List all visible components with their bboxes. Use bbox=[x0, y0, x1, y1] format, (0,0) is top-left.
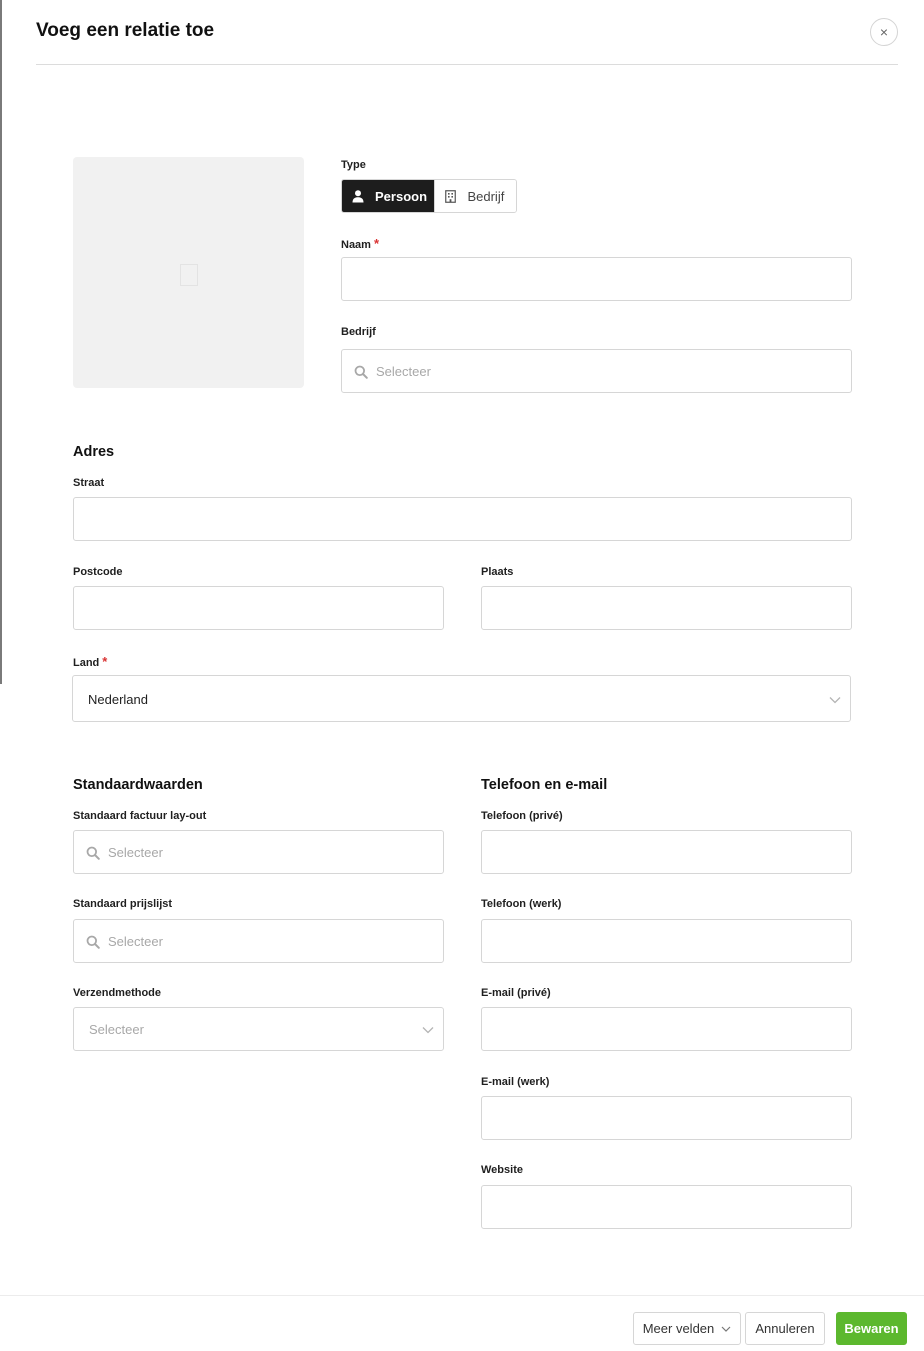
land-select[interactable]: Nederland bbox=[72, 675, 851, 722]
telefoon-werk-field[interactable] bbox=[481, 919, 852, 963]
close-icon: × bbox=[879, 24, 889, 40]
factuur-layout-search-input[interactable] bbox=[74, 831, 443, 873]
more-fields-label: Meer velden bbox=[642, 1321, 715, 1336]
plaats-input[interactable] bbox=[482, 587, 851, 629]
land-selected-value: Nederland bbox=[88, 692, 148, 707]
cancel-label: Annuleren bbox=[755, 1321, 815, 1336]
type-toggle: Persoon Bedrijf bbox=[341, 179, 517, 213]
prijslijst-search-field[interactable] bbox=[73, 919, 444, 963]
email-werk-field[interactable] bbox=[481, 1096, 852, 1140]
bedrijf-label: Bedrijf bbox=[341, 326, 376, 338]
type-option-bedrijf[interactable]: Bedrijf bbox=[434, 180, 516, 212]
postcode-field[interactable] bbox=[73, 586, 444, 630]
naam-label: Naam * bbox=[341, 236, 380, 251]
email-werk-label: E-mail (werk) bbox=[481, 1076, 550, 1088]
more-fields-button[interactable]: Meer velden bbox=[633, 1312, 741, 1345]
building-icon bbox=[445, 189, 457, 203]
user-icon bbox=[352, 189, 364, 202]
plaats-field[interactable] bbox=[481, 586, 852, 630]
required-marker: * bbox=[102, 654, 108, 669]
factuur-layout-label: Standaard factuur lay-out bbox=[73, 810, 207, 822]
contact-section-title: Telefoon en e-mail bbox=[481, 777, 608, 793]
cancel-button[interactable]: Annuleren bbox=[745, 1312, 825, 1345]
naam-field[interactable] bbox=[341, 257, 852, 301]
verzendmethode-placeholder: Selecteer bbox=[89, 1022, 144, 1037]
prijslijst-label: Standaard prijslijst bbox=[73, 898, 173, 910]
modal-title: Voeg een relatie toe bbox=[36, 20, 215, 41]
chevron-down-icon bbox=[829, 697, 841, 704]
email-prive-input[interactable] bbox=[482, 1008, 851, 1050]
bedrijf-search-field[interactable] bbox=[341, 349, 852, 393]
telefoon-werk-input[interactable] bbox=[482, 920, 851, 962]
email-prive-field[interactable] bbox=[481, 1007, 852, 1051]
save-button[interactable]: Bewaren bbox=[836, 1312, 907, 1345]
close-button[interactable]: × bbox=[870, 18, 898, 46]
website-field[interactable] bbox=[481, 1185, 852, 1229]
telefoon-prive-label: Telefoon (privé) bbox=[481, 810, 563, 822]
left-edge-rule bbox=[0, 0, 2, 684]
factuur-layout-search-field[interactable] bbox=[73, 830, 444, 874]
type-option-bedrijf-label: Bedrijf bbox=[467, 188, 505, 204]
email-werk-input[interactable] bbox=[482, 1097, 851, 1139]
search-icon bbox=[86, 935, 100, 949]
land-label: Land * bbox=[73, 654, 108, 669]
photo-upload-area[interactable] bbox=[73, 157, 304, 388]
save-label: Bewaren bbox=[844, 1321, 899, 1336]
postcode-input[interactable] bbox=[74, 587, 443, 629]
website-input[interactable] bbox=[482, 1186, 851, 1228]
search-icon bbox=[86, 846, 100, 860]
search-icon bbox=[354, 365, 368, 379]
type-option-persoon[interactable]: Persoon bbox=[342, 180, 435, 212]
image-placeholder-icon bbox=[180, 264, 198, 286]
straat-label: Straat bbox=[73, 477, 105, 489]
naam-input[interactable] bbox=[342, 258, 851, 300]
type-option-persoon-label: Persoon bbox=[375, 188, 428, 204]
email-prive-label: E-mail (privé) bbox=[481, 987, 551, 999]
modal-header: Voeg een relatie toe × bbox=[36, 0, 898, 65]
adres-section-title: Adres bbox=[73, 444, 115, 460]
postcode-label: Postcode bbox=[73, 566, 123, 578]
telefoon-werk-label: Telefoon (werk) bbox=[481, 898, 562, 910]
chevron-down-icon bbox=[422, 1027, 434, 1034]
chevron-down-icon bbox=[721, 1326, 731, 1332]
verzendmethode-select[interactable]: Selecteer bbox=[73, 1007, 444, 1051]
straat-field[interactable] bbox=[73, 497, 852, 541]
telefoon-prive-input[interactable] bbox=[482, 831, 851, 873]
modal-footer: Meer velden Annuleren Bewaren bbox=[0, 1295, 924, 1351]
website-label: Website bbox=[481, 1164, 523, 1176]
standaardwaarden-section-title: Standaardwaarden bbox=[73, 777, 203, 793]
type-label: Type bbox=[341, 159, 366, 171]
required-marker: * bbox=[373, 236, 380, 251]
plaats-label: Plaats bbox=[481, 566, 514, 578]
prijslijst-search-input[interactable] bbox=[74, 920, 443, 962]
verzendmethode-label: Verzendmethode bbox=[73, 987, 162, 999]
bedrijf-search-input[interactable] bbox=[342, 350, 851, 392]
telefoon-prive-field[interactable] bbox=[481, 830, 852, 874]
straat-input[interactable] bbox=[74, 498, 851, 540]
